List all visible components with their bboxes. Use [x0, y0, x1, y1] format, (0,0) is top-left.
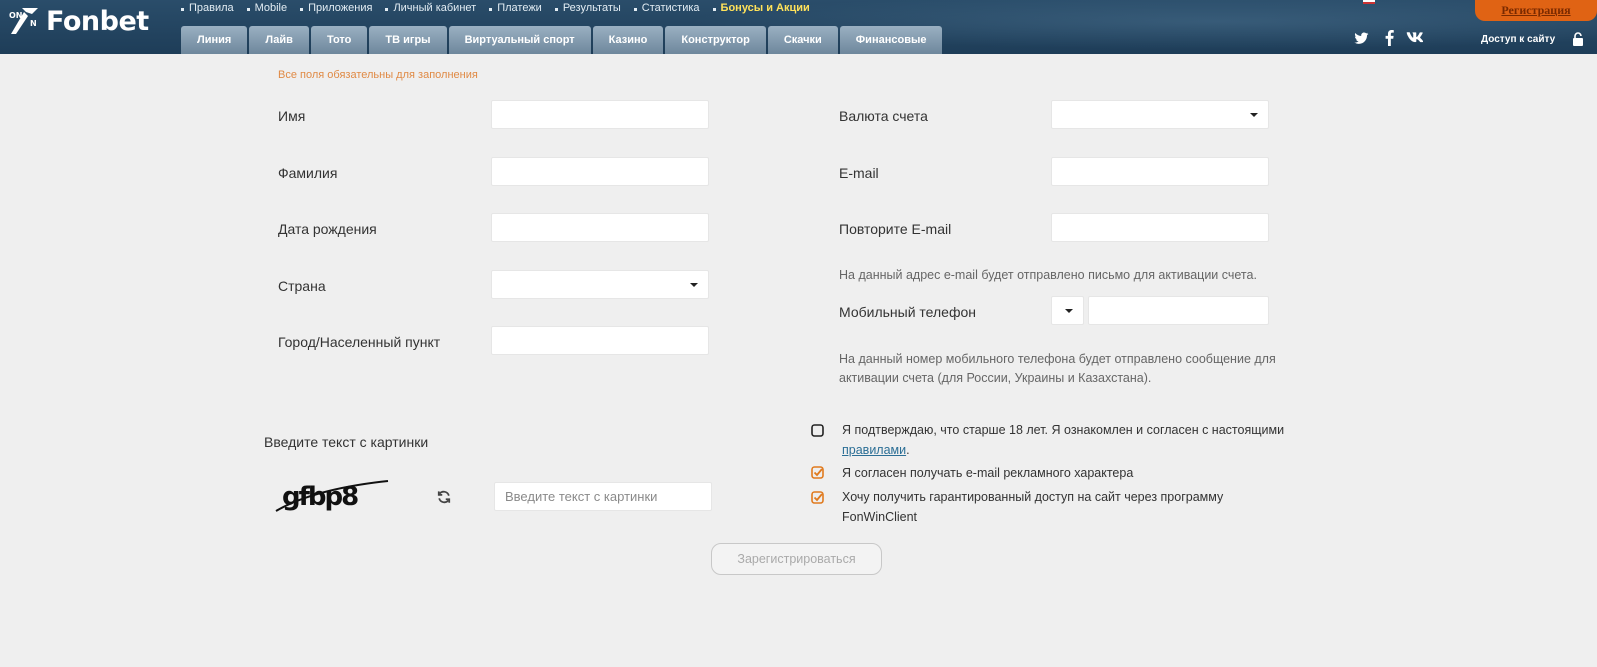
tab-financial[interactable]: Финансовые — [839, 26, 943, 54]
age-confirm-text: Я подтверждаю, что старше 18 лет. Я озна… — [842, 423, 1285, 437]
birth-date-input[interactable] — [491, 213, 709, 242]
lock-icon[interactable] — [1572, 32, 1584, 46]
site-access-link[interactable]: Доступ к сайту — [1481, 34, 1555, 45]
first-name-label: Имя — [278, 108, 306, 124]
top-link-rules[interactable]: Правила — [181, 2, 234, 14]
top-link-apps[interactable]: Приложения — [300, 2, 372, 14]
top-link-account[interactable]: Личный кабинет — [385, 2, 476, 14]
top-link-statistics[interactable]: Статистика — [633, 2, 700, 14]
tab-live[interactable]: Лайв — [249, 26, 309, 54]
tab-toto[interactable]: Тото — [310, 26, 368, 54]
site-header: ON N Fonbet Правила Mobile Приложения Ли… — [0, 0, 1597, 54]
email-hint: На данный адрес e-mail будет отправлено … — [839, 268, 1257, 282]
refresh-captcha-icon[interactable] — [437, 490, 451, 504]
phone-hint-line2: активации счета (для России, Украины и К… — [839, 371, 1152, 385]
required-fields-note: Все поля обязательны для заполнения — [278, 69, 478, 81]
tab-constructor[interactable]: Конструктор — [665, 26, 766, 54]
fonwinclient-text: Хочу получить гарантированный доступ на … — [842, 490, 1224, 504]
captcha-input[interactable] — [494, 482, 712, 511]
repeat-email-label: Повторите E-mail — [839, 221, 952, 237]
tab-casino[interactable]: Казино — [592, 26, 664, 54]
register-submit-button[interactable]: Зарегистрироваться — [711, 543, 882, 575]
age-confirm-checkbox[interactable] — [811, 424, 824, 437]
twitter-icon[interactable] — [1354, 32, 1369, 45]
age-confirm-text-line2: правилами. — [842, 441, 910, 460]
vk-icon[interactable] — [1405, 32, 1423, 43]
currency-select[interactable] — [1051, 100, 1269, 129]
phone-hint-line1: На данный номер мобильного телефона буде… — [839, 352, 1276, 366]
tab-line[interactable]: Линия — [181, 26, 248, 54]
email-label: E-mail — [839, 165, 879, 181]
city-label: Город/Населенный пункт — [278, 334, 441, 350]
top-link-payments[interactable]: Платежи — [489, 2, 542, 14]
repeat-email-input[interactable] — [1051, 213, 1269, 242]
rules-link[interactable]: правилами — [842, 443, 906, 457]
facebook-icon[interactable] — [1385, 30, 1394, 46]
phone-number-input[interactable] — [1088, 296, 1269, 325]
tab-tv-games[interactable]: ТВ игры — [369, 26, 447, 54]
logo-text: Fonbet — [46, 5, 149, 37]
country-label: Страна — [278, 278, 326, 294]
city-input[interactable] — [491, 326, 709, 355]
svg-text:N: N — [30, 19, 37, 28]
captcha-image: gfbp8 — [275, 480, 389, 512]
currency-label: Валюта счета — [839, 108, 928, 124]
email-ads-checkbox[interactable] — [811, 466, 824, 479]
rules-link-suffix: . — [906, 443, 910, 457]
first-name-input[interactable] — [491, 100, 709, 129]
main-tabs: Линия Лайв Тото ТВ игры Виртуальный спор… — [181, 26, 944, 54]
top-link-bonuses[interactable]: Бонусы и Акции — [712, 2, 810, 14]
fonwinclient-text-line2: FonWinClient — [842, 510, 918, 524]
register-button[interactable]: Регистрация — [1475, 0, 1597, 21]
birth-date-label: Дата рождения — [278, 221, 377, 237]
top-links-nav: Правила Mobile Приложения Личный кабинет… — [181, 0, 823, 16]
last-name-input[interactable] — [491, 157, 709, 186]
email-input[interactable] — [1051, 157, 1269, 186]
last-name-label: Фамилия — [278, 165, 338, 181]
logo-icon: ON N — [9, 8, 38, 34]
svg-text:ON: ON — [9, 11, 23, 20]
language-flag-icon[interactable] — [1363, 0, 1375, 4]
fonbet-logo[interactable]: ON N Fonbet — [8, 4, 149, 38]
top-link-results[interactable]: Результаты — [554, 2, 621, 14]
fonwinclient-checkbox[interactable] — [811, 491, 824, 504]
email-ads-text: Я согласен получать e-mail рекламного ха… — [842, 466, 1134, 480]
phone-code-select[interactable] — [1051, 296, 1084, 325]
top-link-mobile[interactable]: Mobile — [246, 2, 287, 14]
country-select[interactable] — [491, 270, 709, 299]
mobile-phone-label: Мобильный телефон — [839, 304, 976, 320]
captcha-label: Введите текст с картинки — [264, 434, 429, 450]
tab-virtual-sport[interactable]: Виртуальный спорт — [448, 26, 591, 54]
tab-racing[interactable]: Скачки — [767, 26, 838, 54]
